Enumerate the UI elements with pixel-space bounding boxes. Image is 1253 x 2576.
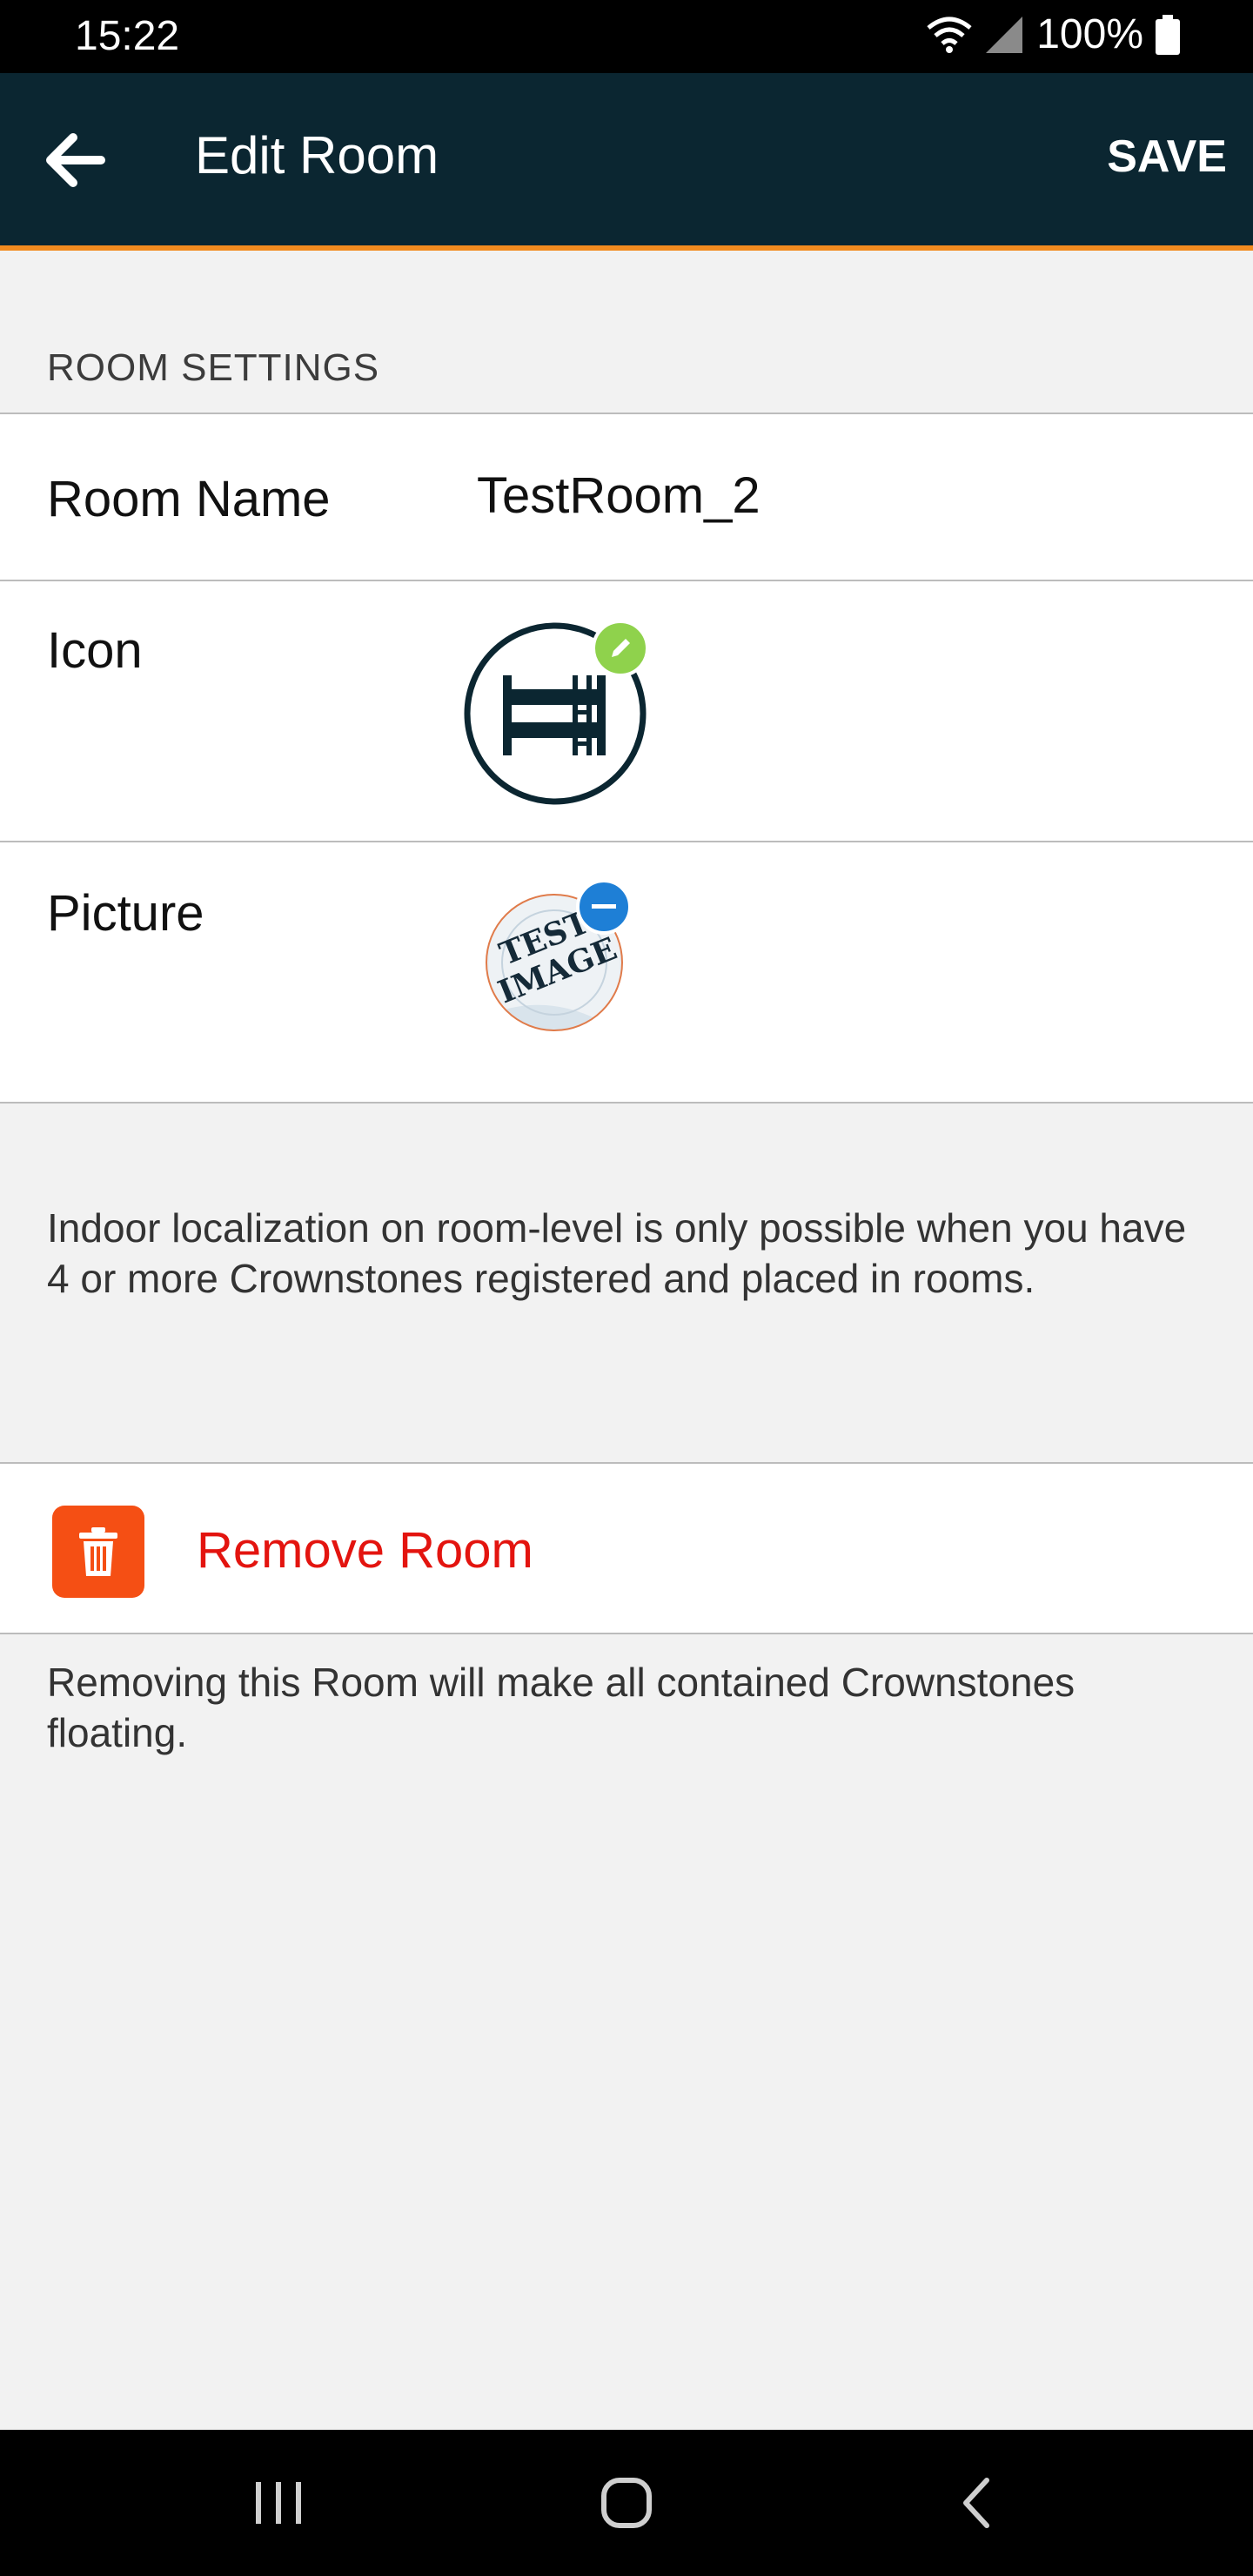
save-button[interactable]: SAVE	[1107, 131, 1227, 183]
battery-icon	[1156, 14, 1180, 55]
remove-room-button[interactable]: Remove Room	[0, 1462, 1253, 1634]
room-icon-picker[interactable]	[463, 620, 649, 806]
back-button[interactable]	[38, 124, 111, 197]
navigation-bar	[0, 2430, 1253, 2576]
room-name-label: Room Name	[47, 471, 331, 527]
home-icon	[601, 2478, 652, 2528]
status-bar: 15:22 100%	[0, 0, 1253, 73]
home-button[interactable]	[592, 2468, 661, 2538]
room-name-input[interactable]: TestRoom_2	[477, 466, 761, 525]
wifi-icon	[927, 17, 972, 53]
recent-apps-icon	[256, 2482, 301, 2524]
remove-picture-badge[interactable]	[576, 879, 632, 935]
room-name-row[interactable]: Room Name TestRoom_2	[0, 413, 1253, 581]
recent-apps-button[interactable]	[244, 2468, 313, 2538]
page-title: Edit Room	[195, 126, 439, 184]
minus-icon	[592, 904, 616, 909]
status-time: 15:22	[75, 13, 180, 59]
pencil-icon	[612, 639, 630, 657]
icon-row: Icon	[0, 580, 1253, 842]
trash-icon	[79, 1527, 117, 1576]
arrow-left-icon	[46, 133, 105, 187]
chevron-left-icon	[963, 2478, 989, 2528]
localization-info-text: Indoor localization on room-level is onl…	[47, 1205, 1187, 1301]
remove-room-description: Removing this Room will make all contain…	[47, 1660, 1075, 1755]
remove-room-label: Remove Room	[197, 1522, 533, 1579]
battery-percentage: 100%	[1036, 11, 1143, 57]
edit-icon-badge[interactable]	[592, 620, 649, 677]
picture-row: Picture TEST IMAGE	[0, 841, 1253, 1104]
nav-back-button[interactable]	[943, 2468, 1013, 2538]
status-icons: 100%	[927, 10, 1180, 58]
icon-label: Icon	[47, 622, 143, 679]
trash-icon-box	[52, 1506, 144, 1598]
room-picture[interactable]: TEST IMAGE	[480, 879, 637, 1041]
picture-label: Picture	[47, 885, 204, 942]
app-bar: Edit Room SAVE	[0, 73, 1253, 251]
signal-icon	[986, 16, 1023, 53]
section-header-room-settings: ROOM SETTINGS	[47, 346, 380, 389]
